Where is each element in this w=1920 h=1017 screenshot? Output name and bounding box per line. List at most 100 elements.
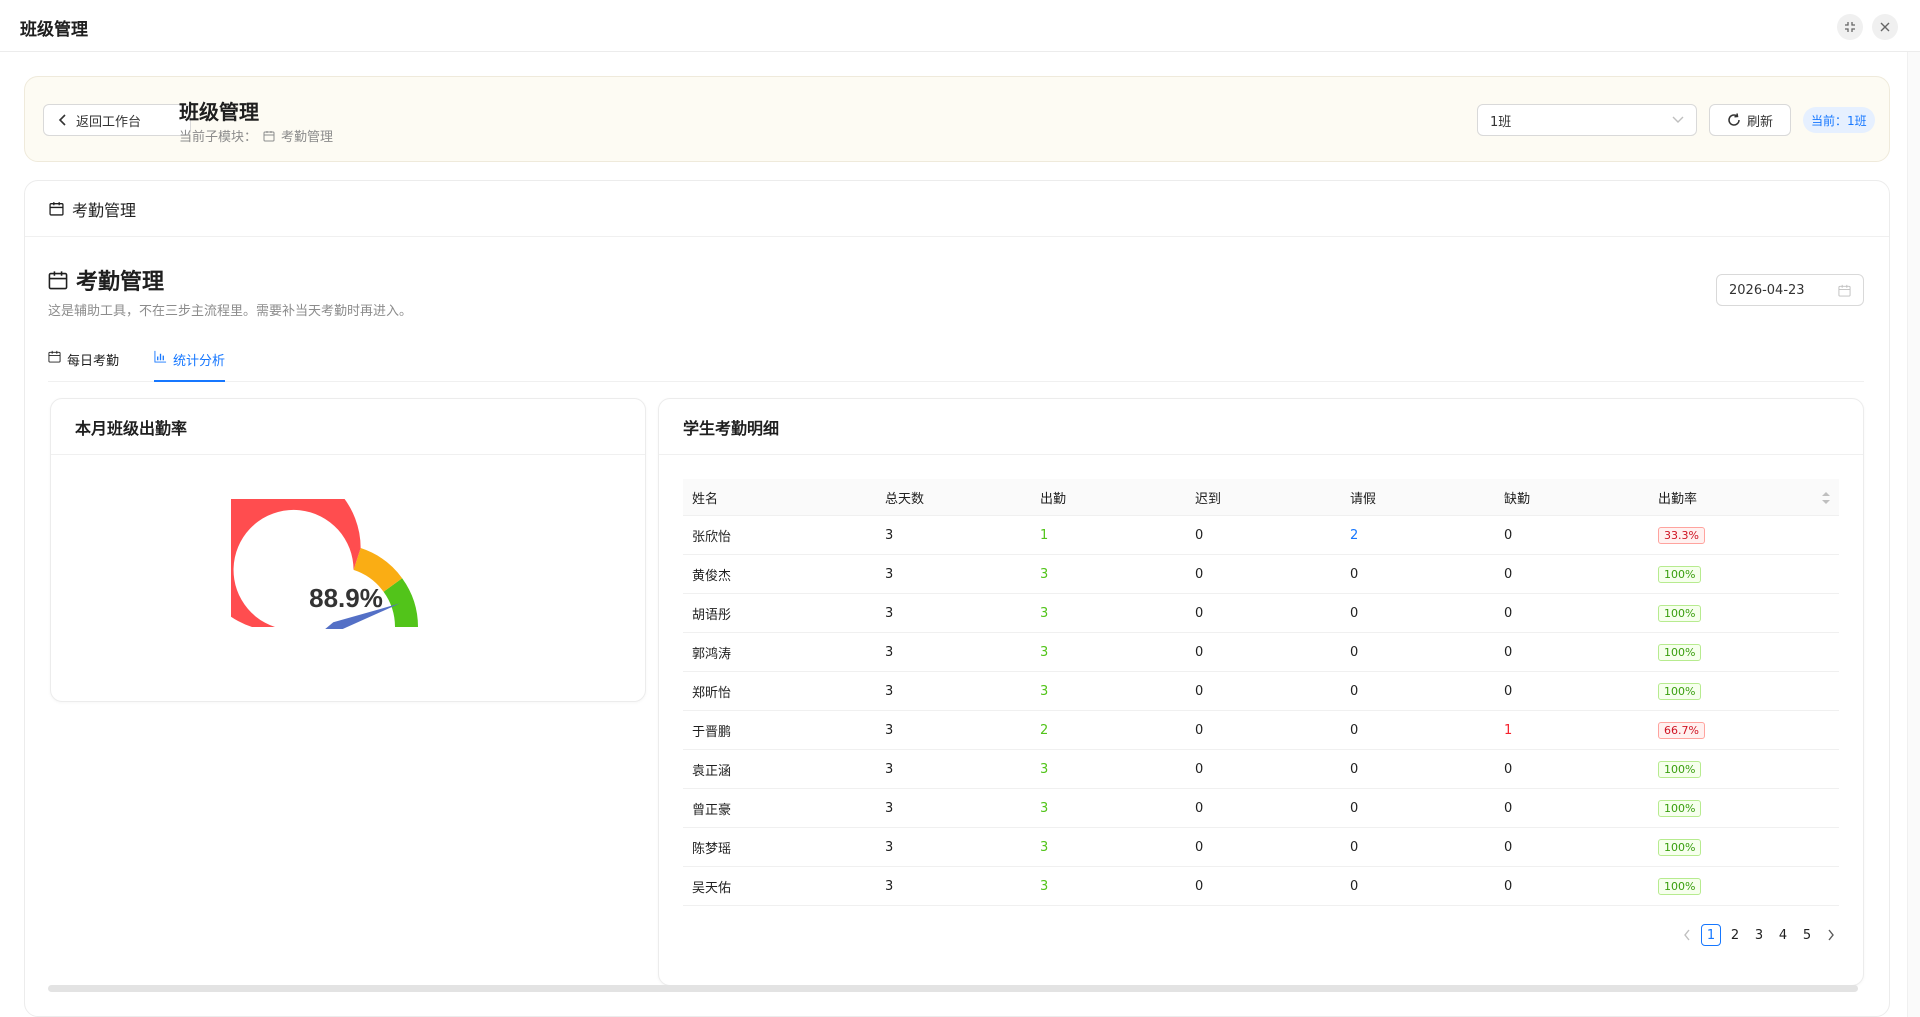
cell-rate: 100%	[1649, 643, 1839, 661]
gauge-value-label: 88.9%	[309, 583, 383, 613]
cell-absent: 0	[1504, 527, 1513, 543]
cell-name: 郭鸿涛	[692, 646, 732, 662]
page-1-button[interactable]: 1	[1701, 924, 1721, 946]
sort-icon[interactable]	[1821, 491, 1831, 505]
chevron-left-icon	[58, 114, 66, 126]
cell-total: 3	[885, 800, 894, 816]
chevron-left-icon	[1684, 929, 1690, 941]
next-page-button[interactable]	[1821, 924, 1841, 946]
current-class-tag: 当前：1班	[1803, 107, 1875, 133]
cell-present: 2	[1040, 722, 1049, 738]
cell-name: 郑昕怡	[692, 685, 732, 701]
cell-present: 3	[1040, 644, 1049, 660]
tab-daily-attendance[interactable]: 每日考勤	[48, 350, 119, 382]
chevron-right-icon	[1828, 929, 1834, 941]
cell-present: 3	[1040, 839, 1049, 855]
rate-badge: 33.3%	[1658, 526, 1705, 544]
cell-leave: 0	[1350, 839, 1359, 855]
rate-badge: 100%	[1658, 565, 1702, 583]
cell-late: 0	[1195, 761, 1204, 777]
rate-badge: 100%	[1658, 682, 1702, 700]
cell-total: 3	[885, 761, 894, 777]
page-title: 班级管理	[179, 100, 259, 124]
cell-leave: 0	[1350, 644, 1359, 660]
col-header-present: 出勤	[1040, 491, 1067, 507]
col-header-total: 总天数	[885, 491, 925, 507]
cell-absent: 0	[1504, 761, 1513, 777]
cell-total: 3	[885, 683, 894, 699]
cell-rate: 100%	[1649, 565, 1839, 583]
section-title: 考勤管理	[48, 264, 164, 296]
cell-late: 0	[1195, 800, 1204, 816]
cell-rate: 100%	[1649, 760, 1839, 778]
gauge-card-title: 本月班级出勤率	[51, 399, 645, 455]
col-header-name: 姓名	[692, 491, 719, 507]
cell-name: 袁正涵	[692, 763, 732, 779]
tab-label: 统计分析	[173, 354, 226, 369]
page-3-button[interactable]: 3	[1749, 924, 1769, 946]
cell-rate: 100%	[1649, 799, 1839, 817]
cell-present: 3	[1040, 761, 1049, 777]
rate-badge: 100%	[1658, 877, 1702, 895]
cell-total: 3	[885, 644, 894, 660]
cell-leave: 2	[1350, 527, 1359, 543]
section-description: 这是辅助工具，不在三步主流程里。需要补当天考勤时再进入。	[48, 304, 413, 319]
tab-statistics[interactable]: 统计分析	[154, 350, 226, 382]
table-header: 姓名 总天数 出勤 迟到 请假 缺勤 出勤率	[683, 479, 1839, 516]
cell-leave: 0	[1350, 878, 1359, 894]
calendar-icon	[48, 271, 68, 290]
table-row: 张欣怡 3 1 0 2 0 33.3%	[683, 516, 1839, 555]
pagination: 12345	[1677, 924, 1841, 946]
cell-name: 陈梦瑶	[692, 841, 732, 857]
attendance-table: 姓名 总天数 出勤 迟到 请假 缺勤 出勤率 张欣怡 3 1 0 2 0 33.3% 黄俊杰 3…	[683, 479, 1839, 906]
cell-absent: 0	[1504, 605, 1513, 621]
cell-total: 3	[885, 722, 894, 738]
table-row: 郑昕怡 3 3 0 0 0 100%	[683, 672, 1839, 711]
header-card: 返回工作台 班级管理 当前子模块： 考勤管理 1班 刷新 当前：1班	[24, 76, 1890, 162]
vertical-scrollbar[interactable]	[1907, 52, 1920, 1017]
col-header-rate[interactable]: 出勤率	[1649, 488, 1839, 507]
table-row: 吴天佑 3 3 0 0 0 100%	[683, 867, 1839, 906]
cell-late: 0	[1195, 566, 1204, 582]
cell-late: 0	[1195, 644, 1204, 660]
submodule-prefix: 当前子模块：	[179, 130, 258, 145]
col-header-late: 迟到	[1195, 491, 1222, 507]
bar-chart-icon	[154, 350, 167, 363]
cell-total: 3	[885, 605, 894, 621]
attendance-rate-card: 本月班级出勤率 88.9%	[50, 398, 646, 702]
cell-leave: 0	[1350, 605, 1359, 621]
cell-absent: 0	[1504, 839, 1513, 855]
table-row: 黄俊杰 3 3 0 0 0 100%	[683, 555, 1839, 594]
rate-badge: 100%	[1658, 643, 1702, 661]
attendance-gauge: 88.9%	[231, 499, 418, 629]
table-row: 曾正豪 3 3 0 0 0 100%	[683, 789, 1839, 828]
cell-absent: 0	[1504, 683, 1513, 699]
col-header-leave: 请假	[1350, 491, 1377, 507]
chevron-down-icon	[1672, 116, 1684, 123]
date-picker[interactable]: 2026-04-23	[1716, 274, 1864, 306]
cell-present: 3	[1040, 605, 1049, 621]
cell-late: 0	[1195, 683, 1204, 699]
table-card-title: 学生考勤明细	[659, 399, 1863, 455]
page-2-button[interactable]: 2	[1725, 924, 1745, 946]
table-row: 陈梦瑶 3 3 0 0 0 100%	[683, 828, 1839, 867]
cell-total: 3	[885, 839, 894, 855]
table-row: 胡语彤 3 3 0 0 0 100%	[683, 594, 1839, 633]
cell-total: 3	[885, 878, 894, 894]
refresh-button[interactable]: 刷新	[1709, 104, 1791, 136]
class-select[interactable]: 1班	[1477, 104, 1697, 136]
cell-rate: 100%	[1649, 604, 1839, 622]
close-button[interactable]	[1872, 14, 1898, 40]
cell-name: 于晋鹏	[692, 724, 732, 740]
back-to-workbench-button[interactable]: 返回工作台	[43, 104, 191, 136]
current-submodule: 当前子模块： 考勤管理	[179, 126, 333, 145]
page-5-button[interactable]: 5	[1797, 924, 1817, 946]
cell-present: 3	[1040, 566, 1049, 582]
prev-page-button[interactable]	[1677, 924, 1697, 946]
date-value: 2026-04-23	[1729, 282, 1805, 298]
page-4-button[interactable]: 4	[1773, 924, 1793, 946]
cell-rate: 100%	[1649, 838, 1839, 856]
horizontal-scrollbar[interactable]	[48, 985, 1858, 992]
collapse-button[interactable]	[1837, 14, 1863, 40]
cell-name: 曾正豪	[692, 802, 732, 818]
